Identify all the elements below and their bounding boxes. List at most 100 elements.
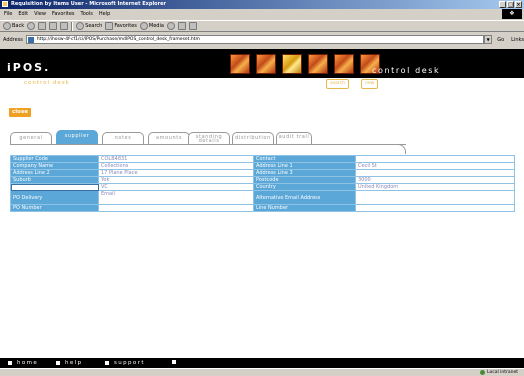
state-value[interactable]: VC <box>98 183 254 191</box>
search-button[interactable]: Search <box>76 22 102 30</box>
home-button[interactable] <box>60 22 69 30</box>
close-button[interactable]: close <box>9 108 31 117</box>
footer-support-link[interactable]: support <box>105 360 145 366</box>
menu-tools[interactable]: Tools <box>81 11 93 17</box>
module-tile-3[interactable] <box>282 54 302 74</box>
label-line-number: Line Number <box>253 204 356 212</box>
mail-button[interactable] <box>177 22 186 30</box>
contact-field[interactable] <box>355 155 515 163</box>
window-title: Requisition by Items User - Microsoft In… <box>11 1 166 7</box>
bullet-square-icon <box>105 361 109 365</box>
history-icon <box>166 22 175 30</box>
address-line-3-field[interactable] <box>355 169 515 177</box>
state-field[interactable] <box>10 183 99 191</box>
favorites-button[interactable]: Favorites <box>105 22 137 30</box>
print-button[interactable] <box>188 22 197 30</box>
supplier-code-field[interactable]: COLB4831 <box>98 155 254 163</box>
label-supplier-code: Supplier Code <box>10 155 99 163</box>
module-tile-5[interactable] <box>334 54 354 74</box>
company-name-field[interactable]: Collections <box>98 162 254 170</box>
form-row: Address Line 2 17 Plane Place Address Li… <box>10 169 515 177</box>
label-contact: Contact <box>253 155 356 163</box>
address-label: Address <box>3 36 23 43</box>
history-button[interactable] <box>166 22 175 30</box>
menu-view[interactable]: View <box>34 11 46 17</box>
app-header: iPOS. control desk <box>0 49 524 78</box>
refresh-button[interactable] <box>49 22 58 30</box>
browser-toolbar: Back Search Favorites Media <box>0 20 524 32</box>
maximize-icon[interactable]: □ <box>507 1 514 8</box>
tab-notes[interactable]: notes <box>102 132 144 144</box>
postcode-field[interactable]: 3000 <box>355 176 515 184</box>
line-number-field[interactable] <box>355 204 515 212</box>
stop-icon <box>38 22 47 30</box>
back-button[interactable]: Back <box>3 22 24 30</box>
links-button[interactable]: Links <box>511 37 524 43</box>
stop-button[interactable] <box>38 22 47 30</box>
label-country: Country <box>253 183 356 191</box>
module-tile-4[interactable] <box>308 54 328 74</box>
form-row: PO Delivery Email Alternative Email Addr… <box>10 190 515 205</box>
po-number-field[interactable] <box>98 204 254 212</box>
footer-help-link[interactable]: help <box>56 360 83 366</box>
address-line-1-field[interactable]: Cecil St <box>355 162 515 170</box>
home-icon <box>60 22 69 30</box>
media-icon <box>139 22 148 30</box>
windows-logo-icon: ❖ <box>502 9 522 19</box>
menu-favorites[interactable]: Favorites <box>52 11 75 17</box>
country-field[interactable]: United Kingdom <box>355 183 515 191</box>
footer-end-marker <box>172 360 181 364</box>
section-title: control desk <box>24 80 70 86</box>
label-address-line-3: Address Line 3 <box>253 169 356 177</box>
bullet-square-icon <box>172 360 176 364</box>
menu-edit[interactable]: Edit <box>18 11 28 17</box>
browser-chrome: File Edit View Favorites Tools Help ❖ Ba… <box>0 9 524 49</box>
star-icon <box>105 22 114 30</box>
close-window-icon[interactable]: × <box>515 1 522 8</box>
menu-file[interactable]: File <box>4 11 12 17</box>
tab-supplier[interactable]: supplier <box>56 130 98 144</box>
refresh-icon <box>49 22 58 30</box>
form-row: Company Name Collections Address Line 1 … <box>10 162 515 170</box>
minimize-icon[interactable]: _ <box>499 1 506 8</box>
address-line-2-field[interactable]: 17 Plane Place <box>98 169 254 177</box>
bullet-square-icon <box>8 361 12 365</box>
tab-audit-trail[interactable]: audit trail <box>276 132 312 144</box>
tab-general[interactable]: general <box>10 132 52 144</box>
tab-standing-details[interactable]: standing details <box>188 132 230 144</box>
new-link-button[interactable]: new <box>361 79 379 89</box>
bullet-square-icon <box>56 361 60 365</box>
forward-button[interactable] <box>27 22 36 30</box>
tab-distribution[interactable]: distribution <box>232 132 274 144</box>
go-button[interactable]: Go <box>497 37 504 43</box>
app-footer: home help support <box>0 358 524 368</box>
module-tiles <box>230 54 380 74</box>
tab-amounts[interactable]: amounts <box>148 132 190 144</box>
footer-home-link[interactable]: home <box>8 360 38 366</box>
suburb-field[interactable]: Yok <box>98 176 254 184</box>
label-address-line-2: Address Line 2 <box>10 169 99 177</box>
label-postcode: Postcode <box>253 176 356 184</box>
form-row: Supplier Code COLB4831 Contact <box>10 155 515 163</box>
forward-arrow-icon <box>27 22 36 30</box>
search-link-button[interactable]: search <box>326 79 349 89</box>
address-input[interactable]: http://ihosw-4f-cf1/ci/IPOS/Purchase/mdI… <box>25 35 485 44</box>
address-dropdown-icon[interactable]: ▼ <box>484 35 493 44</box>
label-address-line-1: Address Line 1 <box>253 162 356 170</box>
media-button[interactable]: Media <box>139 22 164 30</box>
supplier-form: Supplier Code COLB4831 Contact Company N… <box>10 155 515 212</box>
module-tile-2[interactable] <box>256 54 276 74</box>
menu-help[interactable]: Help <box>99 11 110 17</box>
label-company-name: Company Name <box>10 162 99 170</box>
product-name: control desk <box>372 66 441 75</box>
alternative-email-field[interactable] <box>355 190 515 205</box>
form-row: Suburb Yok Postcode 3000 <box>10 176 515 184</box>
ie-icon <box>2 1 8 7</box>
po-delivery-field[interactable]: Email <box>98 190 254 205</box>
form-row: VC Country United Kingdom <box>10 183 515 191</box>
window-controls: _ □ × <box>499 1 522 8</box>
page-icon <box>27 37 34 43</box>
module-tile-1[interactable] <box>230 54 250 74</box>
label-alternative-email: Alternative Email Address <box>253 190 356 205</box>
print-icon <box>188 22 197 30</box>
